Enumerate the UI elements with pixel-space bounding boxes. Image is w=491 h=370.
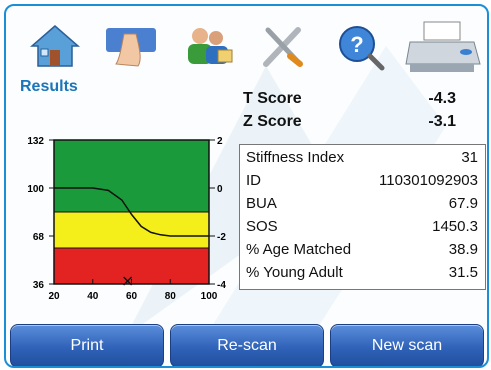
y-right-tick-label: -2 <box>217 232 226 243</box>
detail-row: % Young Adult 31.5 <box>246 264 478 284</box>
print-button[interactable]: Print <box>10 324 164 366</box>
y-left-tick-label: 100 <box>27 184 44 195</box>
home-icon[interactable] <box>26 20 84 72</box>
tools-icon[interactable] <box>254 20 312 72</box>
detail-label: % Age Matched <box>246 241 352 258</box>
y-right-tick-label: 2 <box>217 136 223 147</box>
detail-value: 31.5 <box>448 264 478 281</box>
svg-text:?: ? <box>350 32 363 57</box>
detail-value: 38.9 <box>448 241 478 258</box>
detail-row: ID 110301092903 <box>246 172 478 192</box>
detail-row: Stiffness Index 31 <box>246 149 478 169</box>
detail-label: Stiffness Index <box>246 149 345 166</box>
printer-icon[interactable] <box>404 20 484 72</box>
x-tick-label: 20 <box>48 291 60 302</box>
results-chart: 36 68 100 132 -4 -2 0 2 20 40 60 80 100 <box>27 136 226 302</box>
patient-icon[interactable] <box>102 20 160 72</box>
help-icon[interactable]: ? <box>330 20 388 72</box>
x-tick-label: 80 <box>165 291 177 302</box>
toolbar: ? <box>26 12 481 76</box>
details-panel: Stiffness Index 31 ID 110301092903 BUA 6… <box>239 144 486 290</box>
y-left-tick-label: 68 <box>33 232 45 243</box>
band-red <box>53 247 210 285</box>
x-tick-label: 60 <box>126 291 138 302</box>
users-icon[interactable] <box>178 20 236 72</box>
detail-row: SOS 1450.3 <box>246 218 478 238</box>
x-tick-label: 40 <box>87 291 99 302</box>
y-left-tick-label: 36 <box>33 280 45 291</box>
x-tick-label: 100 <box>201 291 218 302</box>
t-score-value: -4.3 <box>428 90 456 107</box>
t-score-label: T Score <box>243 90 302 107</box>
detail-value: 67.9 <box>448 195 478 212</box>
detail-label: ID <box>246 172 261 189</box>
rescan-button[interactable]: Re-scan <box>170 324 324 366</box>
page-title: Results <box>20 78 78 95</box>
results-screen: ? Results T Score -4.3 Z Score -3.1 36 68… <box>4 4 489 368</box>
detail-value: 110301092903 <box>379 172 478 189</box>
detail-value: 1450.3 <box>432 218 478 235</box>
y-right-tick-label: -4 <box>217 280 226 291</box>
detail-row: % Age Matched 38.9 <box>246 241 478 261</box>
z-score-label: Z Score <box>243 113 302 130</box>
detail-row: BUA 67.9 <box>246 195 478 215</box>
band-yellow <box>53 211 210 249</box>
new-scan-button[interactable]: New scan <box>330 324 484 366</box>
detail-label: BUA <box>246 195 277 212</box>
z-score-value: -3.1 <box>428 113 456 130</box>
detail-value: 31 <box>461 149 478 166</box>
detail-label: % Young Adult <box>246 264 343 281</box>
band-green <box>53 139 210 213</box>
detail-label: SOS <box>246 218 278 235</box>
y-left-tick-label: 132 <box>27 136 44 147</box>
y-right-tick-label: 0 <box>217 184 223 195</box>
